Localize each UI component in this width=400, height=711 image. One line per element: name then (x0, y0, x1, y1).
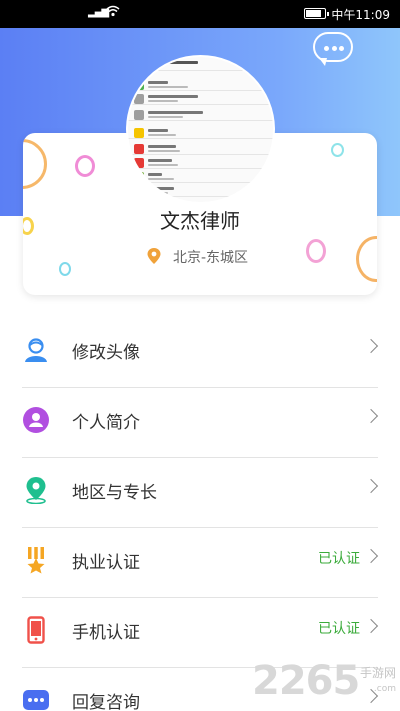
watermark-text: 手游网 (359, 666, 396, 680)
chevron-right-icon (363, 478, 379, 494)
location-icon (26, 477, 46, 504)
decor-ring (306, 239, 326, 263)
decor-ring (23, 139, 47, 189)
watermark-logo: 2265 手游网 .com (252, 658, 400, 711)
verified-status: 已认证 (318, 551, 360, 567)
location-text: 北京-东城区 (173, 250, 249, 266)
menu-label: 回复咨询 (72, 693, 140, 711)
wifi-icon (106, 5, 120, 21)
status-bar: ▂▄▆ 中午11:09 (0, 0, 400, 28)
menu-item-region-expertise[interactable]: 地区与专长 (22, 458, 379, 528)
menu-item-practice-certification[interactable]: 执业认证 已认证 (22, 528, 379, 598)
map-pin-icon (147, 248, 161, 264)
menu-label: 修改头像 (72, 343, 140, 363)
decor-ring (331, 143, 344, 157)
user-avatar-icon (25, 338, 47, 362)
menu-label: 手机认证 (72, 623, 140, 643)
menu-label: 执业认证 (72, 553, 140, 573)
verified-status: 已认证 (318, 621, 360, 637)
watermark-url: .com (373, 684, 396, 694)
decor-ring (75, 155, 95, 177)
badge-icon (27, 547, 45, 574)
avatar[interactable] (128, 57, 273, 202)
status-time: 中午11:09 (331, 8, 390, 22)
lawyer-name: 文杰律师 (160, 209, 240, 233)
menu-label: 个人简介 (72, 413, 140, 433)
menu-label: 地区与专长 (72, 483, 157, 503)
decor-ring (356, 236, 377, 282)
chevron-right-icon (363, 548, 379, 564)
menu-item-profile-intro[interactable]: 个人简介 (22, 388, 379, 458)
user-circle-icon (23, 407, 49, 433)
decor-ring (59, 262, 71, 276)
watermark-number: 2265 (252, 658, 360, 704)
message-dots-icon (23, 690, 49, 710)
chevron-right-icon (363, 618, 379, 634)
chevron-right-icon (363, 408, 379, 424)
battery-icon (304, 8, 329, 19)
menu-item-change-avatar[interactable]: 修改头像 (22, 318, 379, 388)
chat-button[interactable] (313, 32, 353, 68)
phone-icon (27, 616, 45, 644)
chevron-right-icon (363, 338, 379, 354)
